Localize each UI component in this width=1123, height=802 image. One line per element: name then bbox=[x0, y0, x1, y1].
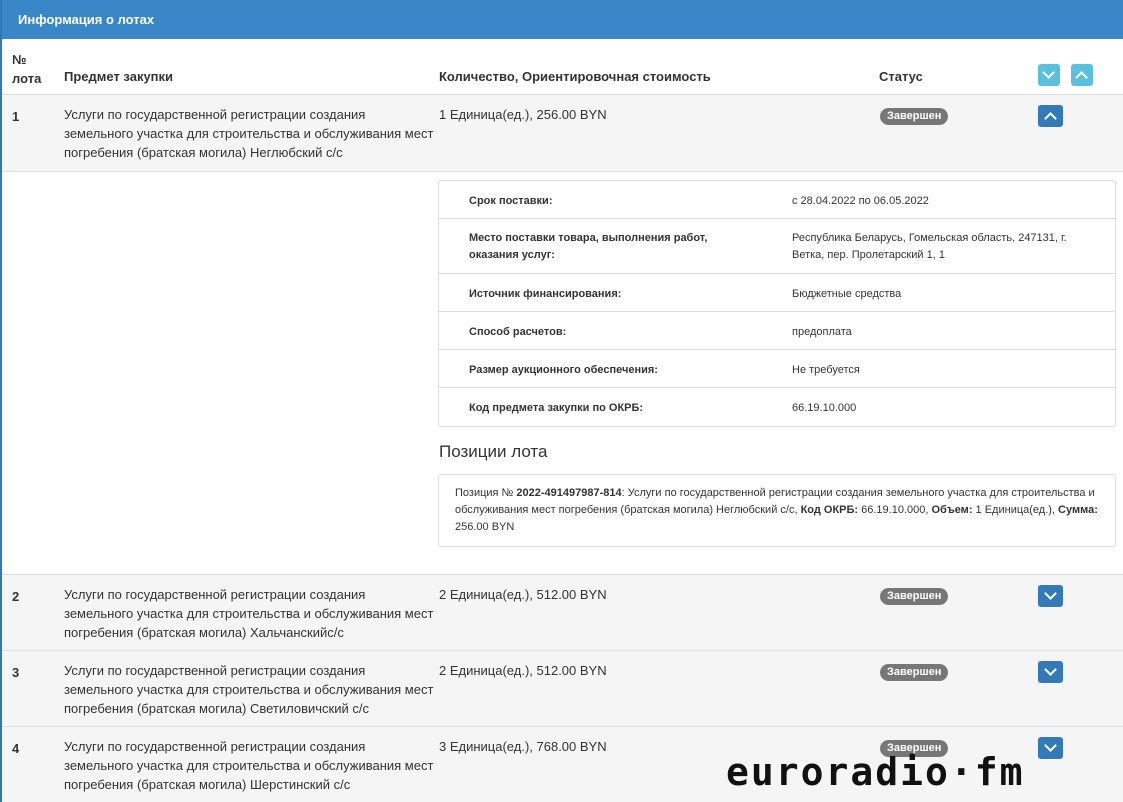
lots-panel: Информация о лотах № лота Предмет закупк… bbox=[0, 0, 1123, 802]
column-header-status: Статус bbox=[879, 69, 923, 84]
table-row: 3 Услуги по государственной регистрации … bbox=[2, 651, 1123, 727]
info-row-delivery-term: Срок поставки: с 28.04.2022 по 06.05.202… bbox=[439, 181, 1115, 219]
chevron-down-icon bbox=[1044, 663, 1057, 676]
euroradio-watermark-logo: euroradio·fm bbox=[726, 750, 1025, 794]
lot-number: 3 bbox=[12, 665, 20, 680]
lot-number: 2 bbox=[12, 589, 20, 604]
chevron-up-icon bbox=[1075, 71, 1088, 84]
info-row-funding-source: Источник финансирования: Бюджетные средс… bbox=[439, 274, 1115, 312]
lot-info-table: Срок поставки: с 28.04.2022 по 06.05.202… bbox=[438, 180, 1116, 427]
chevron-down-icon bbox=[1042, 66, 1055, 79]
chevron-down-icon bbox=[1044, 587, 1057, 600]
collapse-lot-button[interactable] bbox=[1038, 105, 1063, 127]
info-row-delivery-place: Место поставки товара, выполнения работ,… bbox=[439, 219, 1115, 274]
chevron-up-icon bbox=[1044, 112, 1057, 125]
status-badge: Завершен bbox=[880, 664, 949, 681]
lot-details: Срок поставки: с 28.04.2022 по 06.05.202… bbox=[2, 172, 1123, 575]
positions-title: Позиции лота bbox=[439, 442, 548, 461]
column-header-num: № лота bbox=[12, 52, 42, 86]
table-row: 2 Услуги по государственной регистрации … bbox=[2, 575, 1123, 651]
lot-subject: Услуги по государственной регистрации со… bbox=[64, 587, 434, 640]
lot-number: 4 bbox=[12, 741, 20, 756]
info-row-auction-security: Размер аукционного обеспечения: Не требу… bbox=[439, 350, 1115, 388]
info-row-payment-method: Способ расчетов: предоплата bbox=[439, 312, 1115, 350]
column-header-subject: Предмет закупки bbox=[64, 69, 174, 84]
lot-subject: Услуги по государственной регистрации со… bbox=[64, 663, 434, 716]
expand-lot-button[interactable] bbox=[1038, 737, 1063, 759]
chevron-down-icon bbox=[1044, 739, 1057, 752]
lot-quantity: 1 Единица(ед.), 256.00 BYN bbox=[439, 107, 607, 122]
lot-subject: Услуги по государственной регистрации со… bbox=[64, 739, 434, 792]
position-code: 2022-491497987-814 bbox=[516, 487, 622, 499]
lot-quantity: 3 Единица(ед.), 768.00 BYN bbox=[439, 739, 607, 754]
column-header-qty: Количество, Ориентировочная стоимость bbox=[439, 69, 711, 84]
status-badge: Завершен bbox=[880, 108, 949, 125]
info-row-okrb-code: Код предмета закупки по ОКРБ: 66.19.10.0… bbox=[469, 402, 857, 414]
status-badge: Завершен bbox=[880, 588, 949, 605]
collapse-all-button[interactable] bbox=[1071, 64, 1093, 86]
lot-number: 1 bbox=[12, 109, 20, 124]
lot-subject: Услуги по государственной регистрации со… bbox=[64, 107, 434, 160]
panel-title: Информация о лотах bbox=[2, 0, 1123, 39]
position-item: Позиция № 2022-491497987-814: Услуги по … bbox=[438, 474, 1116, 547]
expand-lot-button[interactable] bbox=[1038, 585, 1063, 607]
table-header: № лота Предмет закупки Количество, Ориен… bbox=[2, 39, 1123, 95]
lot-quantity: 2 Единица(ед.), 512.00 BYN bbox=[439, 587, 607, 602]
lot-quantity: 2 Единица(ед.), 512.00 BYN bbox=[439, 663, 607, 678]
expand-all-button[interactable] bbox=[1038, 64, 1060, 86]
expand-lot-button[interactable] bbox=[1038, 661, 1063, 683]
table-row: 1 Услуги по государственной регистрации … bbox=[2, 95, 1123, 172]
